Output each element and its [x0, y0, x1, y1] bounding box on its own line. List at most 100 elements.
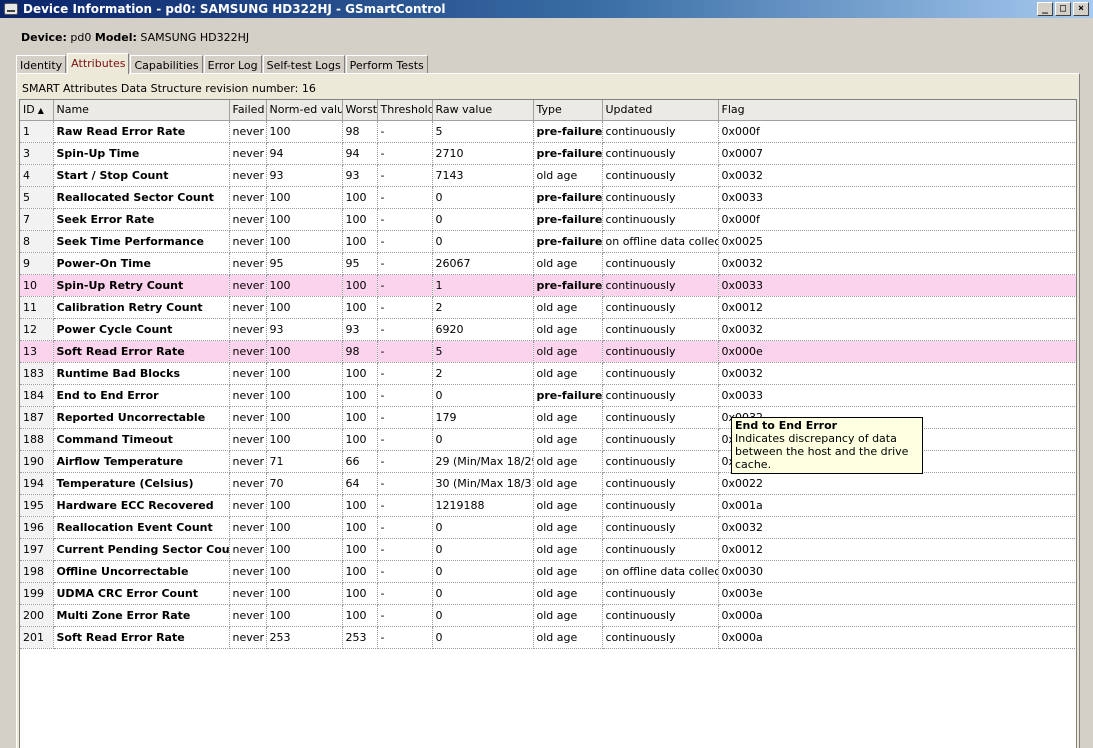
table-row[interactable]: 184 End to End Error never 100 100-0 pre-fail…	[20, 384, 1076, 407]
cell-failed: never	[229, 208, 267, 231]
cell-failed: never	[229, 384, 267, 407]
tab-self-test-logs[interactable]: Self-test Logs	[262, 55, 345, 74]
tooltip-text: Indicates discrepancy of data between th…	[735, 432, 909, 471]
tab-attributes[interactable]: Attributes	[67, 53, 130, 74]
tooltip-title: End to End Error	[735, 419, 838, 432]
cell-name: Current Pending Sector Count	[53, 538, 230, 561]
cell-normed-value: 100	[266, 274, 343, 297]
table-row[interactable]: 10 Spin-Up Retry Count never 100 100-1 pre-fa…	[20, 274, 1076, 297]
table-row[interactable]: 9 Power-On Time never 95 95-26067 old age cont…	[20, 252, 1076, 275]
cell-name: Reallocated Sector Count	[53, 186, 230, 209]
cell-name: Soft Read Error Rate	[53, 340, 230, 363]
cell-updated: continuously	[602, 626, 719, 649]
cell-raw-value: 6920	[432, 318, 534, 341]
cell-name: Airflow Temperature	[53, 450, 230, 473]
cell-normed-value: 71	[266, 450, 343, 473]
cell-updated: continuously	[602, 494, 719, 517]
cell-failed: never	[229, 362, 267, 385]
attributes-table-body: 1 Raw Read Error Rate never 100 98-5 pre-fail…	[20, 120, 1076, 649]
column-header-flag[interactable]: Flag	[718, 100, 1076, 121]
attributes-table: ID▲ Name Failed Norm-ed value Worst Thre…	[20, 100, 1076, 649]
table-row[interactable]: 11 Calibration Retry Count never 100 100-2 ol…	[20, 296, 1076, 319]
cell-raw-value: 0	[432, 626, 534, 649]
cell-failed: never	[229, 318, 267, 341]
cell-threshold: -	[377, 186, 433, 209]
cell-name: Raw Read Error Rate	[53, 120, 230, 143]
cell-failed: never	[229, 494, 267, 517]
table-row[interactable]: 194 Temperature (Celsius) never 70 64-30 (Mi…	[20, 472, 1076, 495]
table-row[interactable]: 3 Spin-Up Time never 94 94-2710 pre-failure co…	[20, 142, 1076, 165]
cell-id: 5	[20, 186, 54, 209]
cell-raw-value: 0	[432, 582, 534, 605]
cell-updated: continuously	[602, 274, 719, 297]
cell-type: old age	[533, 164, 603, 187]
table-row[interactable]: 5 Reallocated Sector Count never 100 100-0 pr…	[20, 186, 1076, 209]
tab-perform-tests[interactable]: Perform Tests	[345, 55, 428, 74]
cell-normed-value: 100	[266, 384, 343, 407]
table-row[interactable]: 200 Multi Zone Error Rate never 100 100-0 old…	[20, 604, 1076, 627]
column-header-updated[interactable]: Updated	[602, 100, 719, 121]
cell-threshold: -	[377, 384, 433, 407]
table-row[interactable]: 8 Seek Time Performance never 100 100-0 pre-f…	[20, 230, 1076, 253]
tab-identity[interactable]: Identity	[16, 55, 67, 74]
cell-name: Calibration Retry Count	[53, 296, 230, 319]
tab-capabilities[interactable]: Capabilities	[130, 55, 203, 74]
cell-threshold: -	[377, 230, 433, 253]
cell-id: 11	[20, 296, 54, 319]
table-row[interactable]: 195 Hardware ECC Recovered never 100 100-121…	[20, 494, 1076, 517]
cell-name: Reallocation Event Count	[53, 516, 230, 539]
cell-type: old age	[533, 318, 603, 341]
cell-name: Hardware ECC Recovered	[53, 494, 230, 517]
table-row[interactable]: 7 Seek Error Rate never 100 100-0 pre-failure…	[20, 208, 1076, 231]
column-header-id[interactable]: ID ▲	[20, 100, 54, 121]
column-header-normed-value[interactable]: Norm-ed value	[266, 100, 343, 121]
column-header-name[interactable]: Name	[53, 100, 230, 121]
cell-normed-value: 100	[266, 208, 343, 231]
table-row[interactable]: 197 Current Pending Sector Count never 100 1…	[20, 538, 1076, 561]
column-header-type[interactable]: Type	[533, 100, 603, 121]
cell-raw-value: 5	[432, 120, 534, 143]
cell-updated: on offline data collect.	[602, 230, 719, 253]
cell-failed: never	[229, 142, 267, 165]
table-row[interactable]: 183 Runtime Bad Blocks never 100 100-2 old ag…	[20, 362, 1076, 385]
table-row[interactable]: 4 Start / Stop Count never 93 93-7143 old age…	[20, 164, 1076, 187]
table-row[interactable]: 12 Power Cycle Count never 93 93-6920 old age…	[20, 318, 1076, 341]
cell-type: old age	[533, 604, 603, 627]
cell-id: 184	[20, 384, 54, 407]
cell-threshold: -	[377, 296, 433, 319]
table-row[interactable]: 13 Soft Read Error Rate never 100 98-5 old ag…	[20, 340, 1076, 363]
cell-threshold: -	[377, 340, 433, 363]
cell-name: Power Cycle Count	[53, 318, 230, 341]
minimize-button[interactable]: _	[1037, 2, 1053, 16]
table-row[interactable]: 196 Reallocation Event Count never 100 100-0…	[20, 516, 1076, 539]
cell-id: 9	[20, 252, 54, 275]
model-value: SAMSUNG HD322HJ	[140, 31, 250, 44]
cell-threshold: -	[377, 208, 433, 231]
table-row[interactable]: 199 UDMA CRC Error Count never 100 100-0 old …	[20, 582, 1076, 605]
cell-worst: 100	[342, 384, 378, 407]
table-row[interactable]: 201 Soft Read Error Rate never 253 253-0 old …	[20, 626, 1076, 649]
table-row[interactable]: 198 Offline Uncorrectable never 100 100-0 old…	[20, 560, 1076, 583]
column-header-threshold[interactable]: Threshold	[377, 100, 433, 121]
cell-id: 199	[20, 582, 54, 605]
cell-normed-value: 100	[266, 186, 343, 209]
cell-threshold: -	[377, 450, 433, 473]
cell-normed-value: 100	[266, 516, 343, 539]
cell-type: pre-failure	[533, 208, 603, 231]
model-label: Model:	[94, 31, 137, 44]
cell-id: 4	[20, 164, 54, 187]
cell-failed: never	[229, 538, 267, 561]
attributes-panel: SMART Attributes Data Structure revision…	[16, 73, 1080, 748]
column-header-worst[interactable]: Worst	[342, 100, 378, 121]
column-header-raw-value[interactable]: Raw value	[432, 100, 534, 121]
cell-flag: 0x0022	[718, 472, 1076, 495]
cell-updated: continuously	[602, 516, 719, 539]
table-row[interactable]: 1 Raw Read Error Rate never 100 98-5 pre-fail…	[20, 120, 1076, 143]
close-button[interactable]: ×	[1073, 2, 1089, 16]
cell-failed: never	[229, 560, 267, 583]
cell-raw-value: 2	[432, 362, 534, 385]
tab-error-log[interactable]: Error Log	[203, 55, 262, 74]
cell-failed: never	[229, 164, 267, 187]
column-header-failed[interactable]: Failed	[229, 100, 267, 121]
maximize-button[interactable]: □	[1055, 2, 1071, 16]
